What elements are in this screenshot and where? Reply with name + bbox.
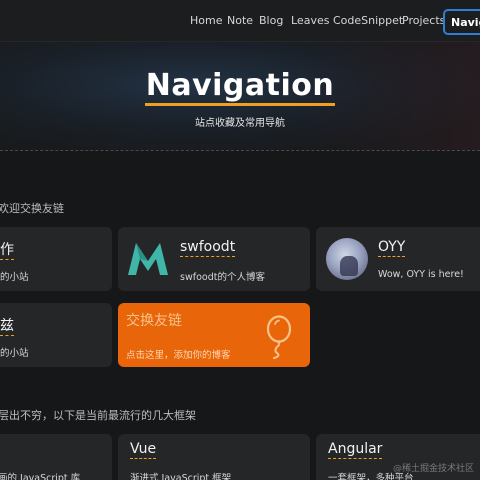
page-title: Navigation: [0, 68, 480, 106]
framework-card-name-text: Vue: [130, 441, 157, 459]
avatar: [326, 238, 368, 280]
nav-menu: Home Note Blog Leaves CodeSnippet Projec…: [0, 0, 480, 42]
balloon-icon: [266, 315, 292, 359]
nav-home[interactable]: Home: [190, 14, 222, 27]
friend-card-oyy[interactable]: OYY Wow, OYY is here!: [316, 227, 480, 291]
friend-card-name: swfoodt: [180, 239, 236, 257]
nav-codesnippet[interactable]: CodeSnippet: [333, 14, 403, 27]
framework-card-name: Angular: [328, 441, 383, 459]
friend-card-name-text: OYY: [378, 239, 406, 257]
friend-card-desc: Wow, OYY is here!: [378, 269, 464, 280]
hero-divider: [0, 150, 480, 151]
friend-card-desc: 的小站: [0, 348, 29, 359]
friend-card-4[interactable]: 兹 的小站: [0, 303, 112, 367]
top-navbar: Home Note Blog Leaves CodeSnippet Projec…: [0, 0, 480, 42]
friend-card-name: 作: [0, 239, 14, 260]
friend-card-name: 兹: [0, 315, 14, 336]
framework-card-react[interactable]: 画的 JavaScript 库: [0, 434, 112, 480]
friend-card-desc: swfoodt的个人博客: [180, 272, 265, 283]
friend-card-1[interactable]: 作 的小站: [0, 227, 112, 291]
friend-card-swfoodt[interactable]: swfoodt swfoodt的个人博客: [118, 227, 310, 291]
friend-card-name-text: 兹: [0, 318, 14, 336]
m-logo-icon: [128, 243, 168, 275]
hero-banner: Navigation 站点收藏及常用导航: [0, 42, 480, 150]
page-title-text: Navigation: [144, 68, 336, 106]
framework-card-vue[interactable]: Vue 渐进式 JavaScript 框架: [118, 434, 310, 480]
frameworks-section-title: 层出不穷，以下是当前最流行的几大框架: [0, 409, 196, 422]
nav-projects[interactable]: Projects: [402, 14, 445, 27]
framework-card-name-text: Angular: [328, 441, 383, 459]
framework-card-name: Vue: [130, 441, 157, 459]
nav-blog[interactable]: Blog: [259, 14, 283, 27]
page-subtitle: 站点收藏及常用导航: [195, 118, 285, 129]
nav-leaves[interactable]: Leaves: [291, 14, 329, 27]
friend-card-name: OYY: [378, 239, 406, 257]
friend-card-name-text: 作: [0, 242, 14, 260]
exchange-card-title: 交换友链: [126, 313, 182, 329]
nav-note[interactable]: Note: [227, 14, 253, 27]
friend-card-name-text: swfoodt: [180, 239, 236, 257]
watermark: @稀土掘金技术社区: [392, 464, 474, 474]
exchange-link-card[interactable]: 交换友链 点击这里，添加你的博客: [118, 303, 310, 367]
nav-navigation-active[interactable]: Navigation: [443, 9, 480, 35]
framework-card-desc: 渐进式 JavaScript 框架: [130, 473, 232, 480]
friends-section-title: 欢迎交换友链: [0, 202, 64, 215]
friend-card-desc: 的小站: [0, 272, 29, 283]
exchange-card-desc: 点击这里，添加你的博客: [126, 350, 231, 361]
framework-card-desc: 画的 JavaScript 库: [0, 473, 81, 480]
